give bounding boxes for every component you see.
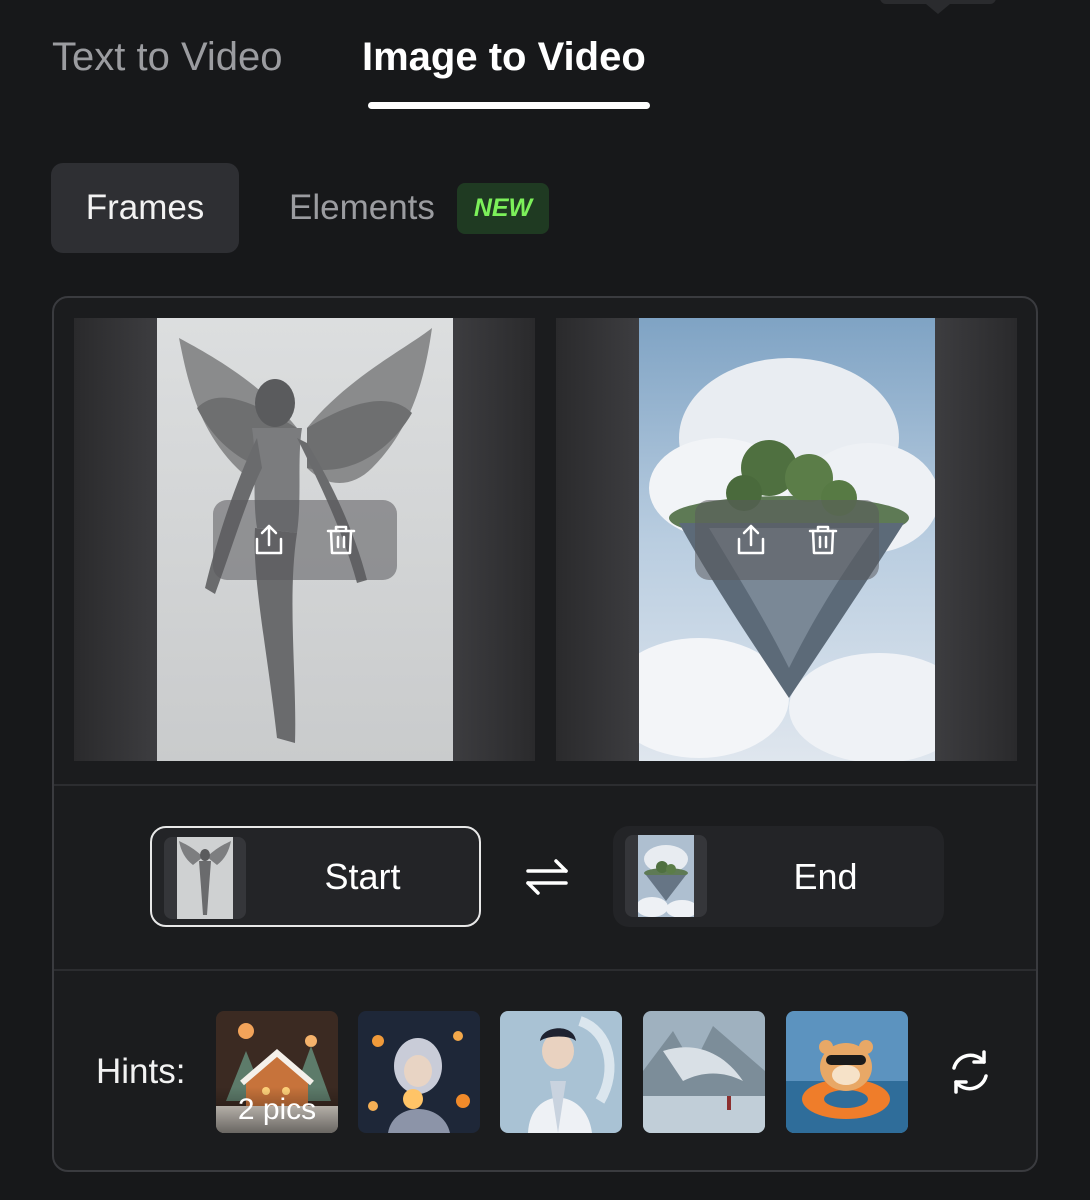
frames-panel: Start End Hints: 2 pics <box>52 296 1038 1172</box>
hint-thumbnail[interactable] <box>500 1011 622 1133</box>
start-thumbnail <box>164 837 246 919</box>
divider <box>54 784 1036 786</box>
subtab-frames-label: Frames <box>85 188 205 227</box>
hint-thumbnail[interactable] <box>786 1011 908 1133</box>
refresh-icon[interactable] <box>946 1048 994 1096</box>
upload-icon[interactable] <box>734 523 768 557</box>
start-frame-preview[interactable] <box>74 318 535 761</box>
tooltip-tail <box>880 0 996 14</box>
active-tab-indicator <box>368 102 650 109</box>
start-frame-actions <box>213 500 397 580</box>
tab-text-to-video[interactable]: Text to Video <box>52 34 283 80</box>
hint-thumbnail[interactable] <box>643 1011 765 1133</box>
new-badge: NEW <box>457 183 549 234</box>
swap-icon[interactable] <box>524 857 570 895</box>
trash-icon[interactable] <box>806 523 840 557</box>
end-thumbnail <box>625 835 707 917</box>
trash-icon[interactable] <box>324 523 358 557</box>
divider <box>54 969 1036 971</box>
hints-label: Hints: <box>96 1052 186 1091</box>
start-frame-button[interactable]: Start <box>150 826 481 927</box>
subtab-frames[interactable]: Frames <box>51 163 239 253</box>
hint-thumbnail[interactable]: 2 pics <box>216 1011 338 1133</box>
subtab-elements[interactable]: Elements <box>289 186 435 230</box>
end-frame-button[interactable]: End <box>613 826 944 927</box>
start-label: Start <box>324 855 401 897</box>
end-label: End <box>793 855 858 897</box>
hint-caption: 2 pics <box>216 1087 338 1133</box>
end-frame-preview[interactable] <box>556 318 1017 761</box>
tab-image-to-video[interactable]: Image to Video <box>362 34 646 80</box>
upload-icon[interactable] <box>252 523 286 557</box>
end-frame-actions <box>695 500 879 580</box>
hint-thumbnail[interactable] <box>358 1011 480 1133</box>
